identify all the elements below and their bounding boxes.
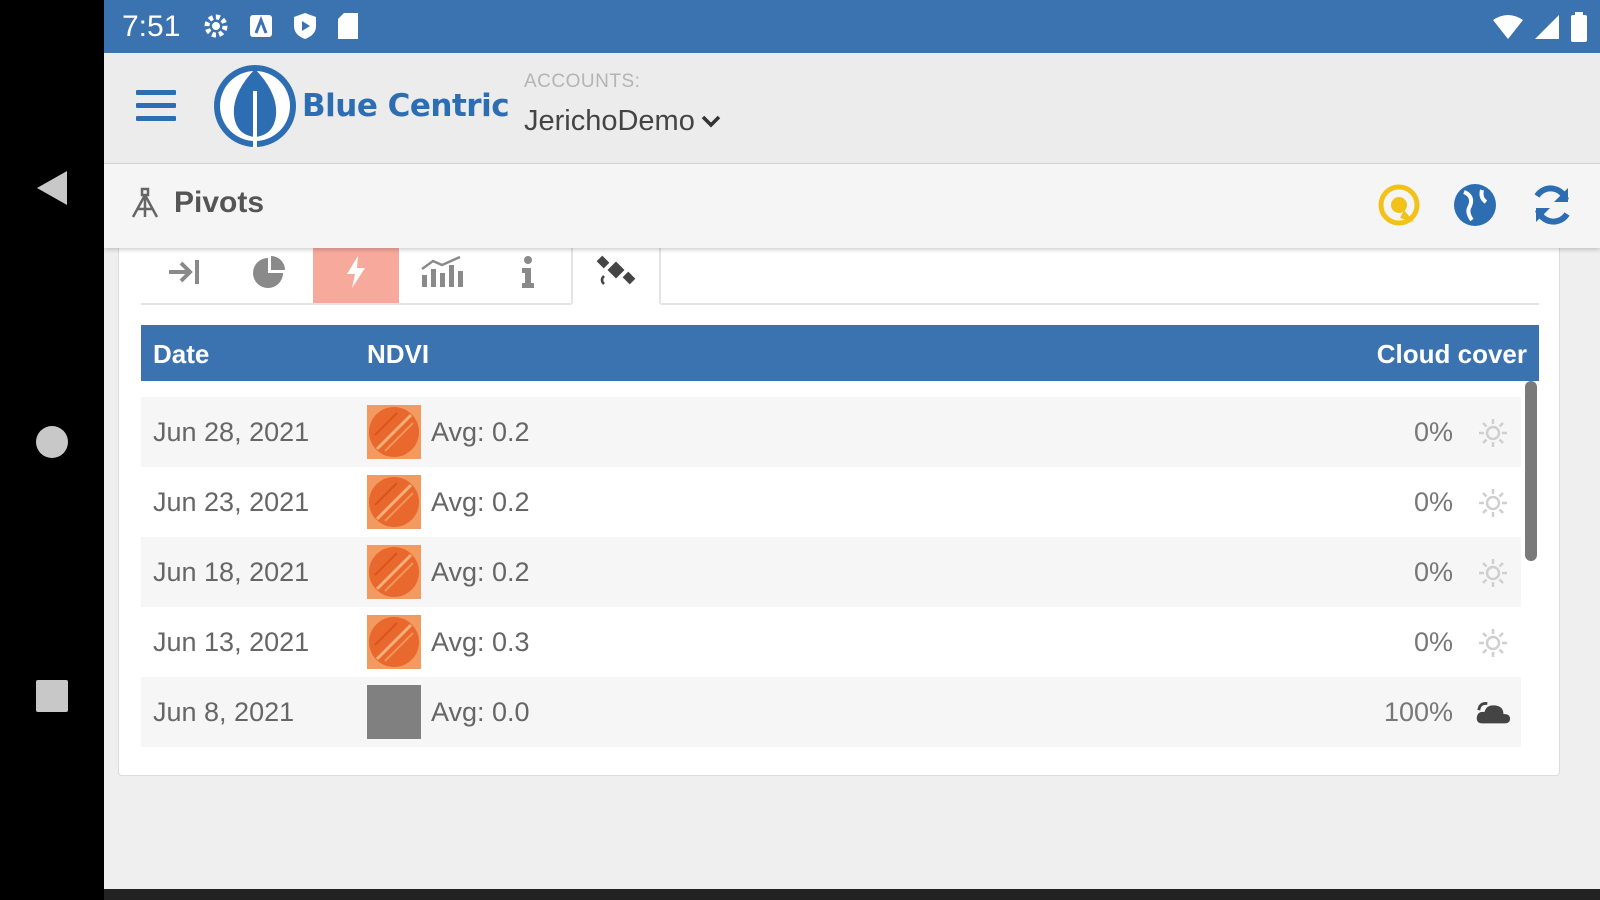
pivot-details-card: Date NDVI Cloud cover Jun 28, 2021 Avg: … — [118, 240, 1560, 776]
tab-enter[interactable] — [141, 241, 227, 303]
pivots-title-text: Pivots — [174, 186, 265, 219]
arrow-to-bar-icon — [169, 260, 199, 284]
status-system-icons — [1492, 12, 1588, 42]
sync-icon[interactable] — [1528, 182, 1576, 228]
back-triangle-icon — [37, 171, 67, 205]
lightning-bolt-icon — [347, 256, 365, 288]
status-time: 7:51 — [122, 10, 181, 43]
home-button[interactable] — [0, 424, 104, 460]
tab-info[interactable] — [485, 241, 571, 303]
ndvi-thumbnail[interactable] — [367, 405, 421, 459]
alert-refresh-icon[interactable] — [1376, 182, 1422, 228]
ndvi-thumbnail[interactable] — [367, 475, 421, 529]
table-scrollbar[interactable] — [1525, 381, 1537, 561]
table-header: Date NDVI Cloud cover — [141, 325, 1539, 381]
row-ndvi-average: Avg: 0.2 — [431, 487, 530, 517]
table-row[interactable]: Jun 23, 2021 Avg: 0.2 0% — [141, 467, 1521, 537]
app-screen: 7:51 Blue Centric ACCOUNTS: JerichoDemo … — [104, 0, 1600, 889]
logo-text: Blue Centric — [302, 88, 510, 124]
row-ndvi-average: Avg: 0.2 — [431, 557, 530, 587]
pivots-actions — [1376, 182, 1576, 228]
pivot-sprinkler-icon — [131, 187, 159, 218]
home-circle-icon — [36, 426, 68, 458]
status-notification-icons — [202, 12, 360, 40]
battery-icon — [1571, 12, 1587, 42]
leaf-drop-logo-icon — [214, 65, 296, 147]
table-row[interactable]: Jun 18, 2021 Avg: 0.2 0% — [141, 537, 1521, 607]
recents-square-icon — [36, 680, 68, 712]
gear-icon — [204, 14, 228, 38]
row-cloud-cover: 0% — [1413, 417, 1453, 447]
bluecentric-logo: Blue Centric — [212, 63, 510, 149]
chevron-down-icon — [701, 115, 721, 127]
hamburger-menu-icon[interactable] — [134, 86, 178, 126]
tab-lightning[interactable] — [313, 241, 399, 303]
cloudy-icon — [1475, 695, 1511, 731]
recents-button[interactable] — [0, 678, 104, 714]
row-cloud-cover: 0% — [1413, 557, 1453, 587]
row-date: Jun 8, 2021 — [153, 697, 295, 727]
tab-satellite[interactable] — [571, 241, 661, 305]
shield-play-icon — [294, 13, 316, 39]
globe-icon[interactable] — [1452, 182, 1498, 228]
info-icon — [522, 256, 534, 288]
row-cloud-cover: 0% — [1413, 487, 1453, 517]
row-date: Jun 23, 2021 — [153, 487, 310, 517]
ndvi-thumbnail[interactable] — [367, 685, 421, 739]
ndvi-thumbnail[interactable] — [367, 615, 421, 669]
table-row[interactable]: Jun 13, 2021 Avg: 0.3 0% — [141, 607, 1521, 677]
status-bar: 7:51 — [104, 0, 1600, 53]
sd-card-icon — [338, 13, 358, 39]
tab-analytics[interactable] — [399, 241, 485, 303]
sunny-icon — [1475, 415, 1511, 451]
bar-chart-icon — [421, 255, 463, 287]
tab-pie-chart[interactable] — [227, 241, 313, 303]
sunny-icon — [1475, 625, 1511, 661]
accounts-label: ACCOUNTS: — [524, 71, 641, 92]
detail-tabs — [141, 241, 1539, 305]
account-selector[interactable]: JerichoDemo — [524, 105, 721, 138]
ndvi-table: Date NDVI Cloud cover Jun 28, 2021 Avg: … — [141, 325, 1539, 747]
android-nav-bar — [0, 0, 104, 900]
pie-chart-icon — [253, 256, 285, 288]
signal-icon — [1535, 15, 1559, 39]
row-date: Jun 18, 2021 — [153, 557, 310, 587]
row-date: Jun 28, 2021 — [153, 417, 310, 447]
column-header-date[interactable]: Date — [153, 339, 209, 370]
table-body: Jun 28, 2021 Avg: 0.2 0% Jun 23, 2021 Av… — [141, 397, 1521, 747]
app-header: Blue Centric ACCOUNTS: JerichoDemo — [104, 53, 1600, 164]
row-ndvi-average: Avg: 0.0 — [431, 697, 530, 727]
table-row[interactable]: Jun 28, 2021 Avg: 0.2 0% — [141, 397, 1521, 467]
account-name: JerichoDemo — [524, 105, 695, 137]
column-header-ndvi[interactable]: NDVI — [367, 339, 429, 370]
sunny-icon — [1475, 485, 1511, 521]
row-ndvi-average: Avg: 0.2 — [431, 417, 530, 447]
row-date: Jun 13, 2021 — [153, 627, 310, 657]
bottom-edge — [104, 889, 1600, 900]
pivots-title: Pivots — [128, 186, 264, 220]
sunny-icon — [1475, 555, 1511, 591]
ndvi-thumbnail[interactable] — [367, 545, 421, 599]
table-row[interactable]: Jun 8, 2021 Avg: 0.0 100% — [141, 677, 1521, 747]
row-cloud-cover: 100% — [1383, 697, 1453, 727]
app-store-icon — [250, 15, 272, 37]
row-cloud-cover: 0% — [1413, 627, 1453, 657]
satellite-icon — [596, 255, 636, 285]
row-ndvi-average: Avg: 0.3 — [431, 627, 530, 657]
back-button[interactable] — [0, 166, 104, 210]
column-header-cloud-cover[interactable]: Cloud cover — [1377, 339, 1527, 370]
wifi-icon — [1493, 15, 1523, 39]
pivots-toolbar: Pivots — [104, 164, 1600, 248]
